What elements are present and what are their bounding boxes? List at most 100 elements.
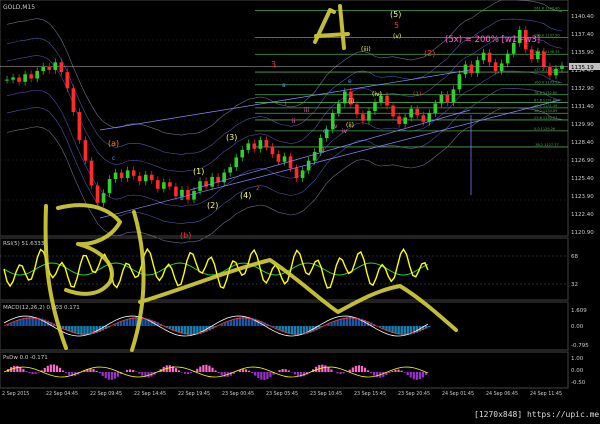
pulse-bar	[28, 372, 30, 373]
wave-label-b: b	[180, 195, 184, 202]
watermark-box: [1270x848] https://upic.me/	[472, 408, 600, 420]
pulse-bar	[132, 370, 134, 372]
candle-body	[59, 62, 63, 72]
pulse-bar	[391, 371, 393, 372]
candle-body	[114, 173, 118, 179]
pulse-bar	[352, 367, 354, 372]
candle-body	[385, 96, 389, 106]
time-axis-label: 2 Sep 2015	[2, 391, 29, 397]
candle-body	[403, 117, 407, 123]
time-axis-label: 22 Sep 09:45	[90, 391, 122, 397]
current-price-label: 1135.19	[571, 65, 594, 71]
candle-body	[295, 168, 299, 178]
pulse-bar	[251, 372, 253, 373]
macd-level-top: 1.609	[571, 308, 587, 314]
wave-label-two: (2)	[207, 201, 218, 210]
candle-body	[548, 67, 552, 76]
wave-label-orange-a: (a)	[108, 139, 119, 148]
candle-body	[476, 60, 480, 73]
candle-body	[120, 173, 124, 178]
pulse-bar	[56, 366, 58, 372]
pulse-bar	[141, 372, 143, 376]
pulse-bar	[35, 372, 37, 374]
candle-body	[307, 161, 311, 171]
time-axis-label: 24 Sep 06:45	[486, 391, 518, 397]
candle-body	[397, 116, 401, 124]
wave-label-three: (3)	[226, 133, 237, 142]
pulse-bar	[53, 364, 55, 372]
price-axis-label: 1135.90	[571, 50, 594, 56]
wave-label-red-three: 3	[271, 60, 276, 69]
candle-body	[313, 152, 317, 161]
pulse-bar	[297, 372, 299, 376]
pulse-level-bottom: -0.50	[571, 380, 586, 386]
pulse-bar	[413, 372, 415, 379]
pulse-bar	[175, 368, 177, 372]
pulse-bar	[102, 372, 104, 376]
price-axis-label: 1125.40	[571, 176, 594, 182]
wave-label-c: c	[112, 155, 115, 162]
candle-body	[41, 67, 45, 71]
pulse-bar	[397, 370, 399, 372]
price-axis-label: 1123.90	[571, 194, 594, 200]
time-axis-label: 24 Sep 11:45	[530, 391, 562, 397]
price-axis-label: 1132.90	[571, 86, 594, 92]
pulse-bar	[108, 372, 110, 380]
time-axis: 2 Sep 2015 22 Sep 04:45 22 Sep 09:45 22 Sep…	[0, 389, 568, 397]
pulse-bar	[254, 372, 256, 376]
wave-label-roman-v: (v)	[393, 33, 401, 40]
pulse-bar	[257, 372, 259, 378]
candle-body	[156, 180, 160, 189]
pulse-bar	[370, 372, 372, 373]
candle-body	[283, 156, 287, 161]
pulse-bar	[422, 372, 424, 377]
candle-body	[542, 52, 546, 67]
wave-label-roman-iv-small: iv	[342, 128, 348, 135]
candle-body	[409, 109, 413, 118]
pulse-bar	[214, 370, 216, 372]
pulse-bar	[419, 372, 421, 379]
price-axis-label: 1122.40	[571, 212, 594, 218]
candle-body	[96, 186, 100, 203]
pulse-bar	[187, 372, 189, 374]
time-axis-label: 22 Sep 04:45	[46, 391, 78, 397]
wave-label-roman-iii-small: iii	[304, 107, 309, 114]
pulse-bar	[129, 369, 131, 372]
macd-bar	[22, 318, 24, 326]
candle-body	[102, 193, 106, 203]
pulse-bar	[190, 372, 192, 373]
macd-bar	[132, 317, 134, 326]
macd-label: MACD(12,26,2) 0.203 0.171	[3, 305, 80, 311]
pulse-bar	[242, 369, 244, 372]
chart-canvas[interactable]: 261.8 1140.40200.0 1137.90161.8 1136.351…	[0, 0, 600, 420]
candle-body	[72, 88, 76, 112]
pulse-bar	[221, 372, 223, 375]
pulse-bar	[126, 370, 128, 372]
candle-body	[23, 74, 27, 82]
candle-body	[530, 49, 534, 59]
pulse-bar	[361, 366, 363, 372]
pulse-bar	[184, 372, 186, 374]
candle-body	[246, 143, 250, 149]
pulse-bar	[199, 367, 201, 372]
time-axis-label: 22 Sep 19:45	[178, 391, 210, 397]
candle-body	[78, 112, 82, 140]
candle-body	[391, 106, 395, 117]
candle-body	[198, 181, 202, 191]
candle-body	[289, 156, 293, 168]
symbol-label: GOLD,M15	[3, 4, 35, 11]
pulse-bar	[218, 372, 220, 373]
pulse-bar	[364, 368, 366, 372]
price-axis-label: 1126.90	[571, 158, 594, 164]
pulse-bar	[31, 372, 33, 374]
candle-body	[174, 187, 178, 197]
candle-body	[47, 67, 51, 70]
pulse-bar	[22, 369, 24, 372]
candle-body	[90, 161, 94, 186]
wave-label-roman-iii: (iii)	[361, 46, 371, 53]
time-axis-label: 23 Sep 10:45	[310, 391, 342, 397]
candle-body	[138, 176, 142, 181]
pulse-bar	[373, 372, 375, 376]
candle-body	[560, 66, 564, 69]
wave-label-red-two-small: 2	[256, 185, 260, 192]
